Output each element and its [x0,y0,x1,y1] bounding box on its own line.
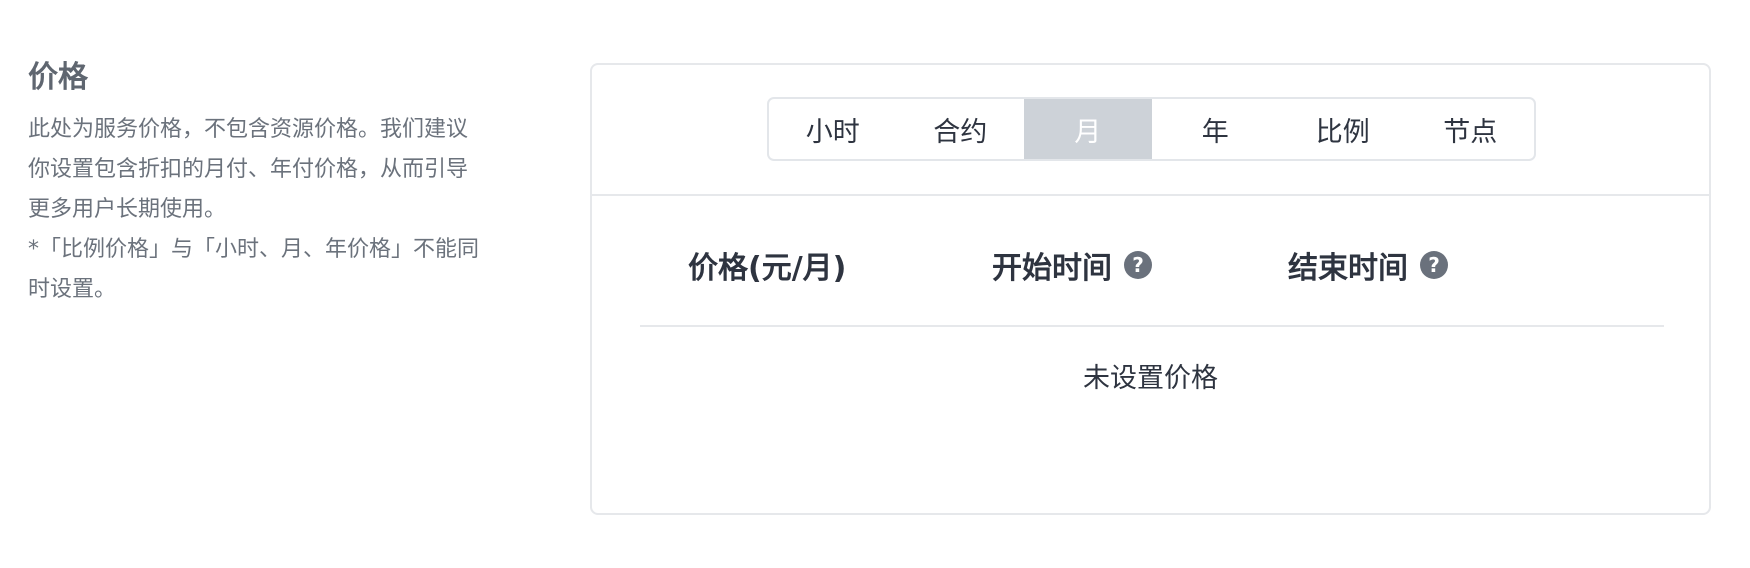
table-header: 价格(元/月) 开始时间 ? 结束时间 ? [640,196,1664,327]
tab-contract[interactable]: 合约 [897,99,1025,159]
column-header-end-time: 结束时间 ? [1288,243,1448,287]
section-title: 价格 [28,60,88,95]
column-header-start-label: 开始时间 [992,251,1112,286]
tab-year[interactable]: 年 [1152,99,1280,159]
tab-ratio[interactable]: 比例 [1279,99,1407,159]
price-card: 小时 合约 月 年 比例 节点 价格(元/月) 开始时间 ? 结束时间 ? 未设… [590,63,1711,515]
empty-state-text: 未设置价格 [1083,363,1218,394]
help-icon[interactable]: ? [1124,251,1152,279]
description-line: 更多用户长期使用。 [28,197,227,222]
column-header-end-label: 结束时间 [1288,251,1408,286]
billing-period-tabs: 小时 合约 月 年 比例 节点 [767,97,1536,161]
description-note: *「比例价格」与「小时、月、年价格」不能同 [28,237,480,262]
column-header-price: 价格(元/月) [688,243,846,287]
column-header-price-label: 价格(元/月) [688,251,847,286]
column-header-start-time: 开始时间 ? [992,243,1152,287]
description-note: 时设置。 [28,277,117,302]
description-text: 此处为服务价格，不包含资源价格。我们建议 你设置包含折扣的月付、年付价格，从而引… [28,110,528,310]
billing-tabs-area: 小时 合约 月 年 比例 节点 [592,65,1709,196]
description-line: 你设置包含折扣的月付、年付价格，从而引导 [28,157,469,182]
tab-hour[interactable]: 小时 [769,99,897,159]
help-icon[interactable]: ? [1420,251,1448,279]
tab-node[interactable]: 节点 [1407,99,1535,159]
price-description: 价格 此处为服务价格，不包含资源价格。我们建议 你设置包含折扣的月付、年付价格，… [28,56,528,310]
tab-month[interactable]: 月 [1024,99,1152,159]
description-line: 此处为服务价格，不包含资源价格。我们建议 [28,117,469,142]
